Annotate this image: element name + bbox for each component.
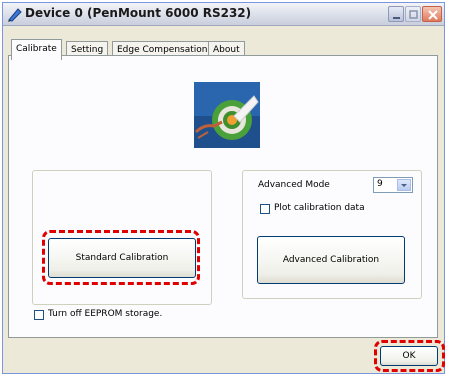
advanced-mode-value: 9	[377, 179, 383, 189]
advanced-mode-label: Advanced Mode	[258, 180, 330, 190]
eeprom-checkbox[interactable]	[34, 310, 44, 320]
maximize-button[interactable]	[405, 6, 421, 22]
eeprom-label: Turn off EEPROM storage.	[48, 309, 163, 319]
close-icon	[428, 10, 438, 20]
advanced-mode-select[interactable]: 9	[373, 177, 413, 193]
plot-calibration-checkbox[interactable]	[260, 204, 270, 214]
plot-calibration-label: Plot calibration data	[274, 203, 365, 213]
target-calibration-icon	[194, 82, 260, 148]
minimize-icon	[393, 17, 400, 19]
advanced-calibration-button[interactable]: Advanced Calibration	[257, 236, 405, 284]
window-title: Device 0 (PenMount 6000 RS232)	[25, 6, 252, 20]
pen-icon	[7, 6, 23, 22]
title-bar[interactable]: Device 0 (PenMount 6000 RS232)	[3, 3, 444, 26]
close-button[interactable]	[422, 6, 442, 22]
maximize-icon	[409, 10, 418, 19]
minimize-button[interactable]	[388, 6, 404, 22]
tab-calibrate[interactable]: Calibrate	[11, 39, 62, 60]
standard-calibration-button[interactable]: Standard Calibration	[48, 238, 196, 278]
ok-button[interactable]: OK	[380, 346, 438, 366]
chevron-down-icon[interactable]	[397, 179, 411, 191]
